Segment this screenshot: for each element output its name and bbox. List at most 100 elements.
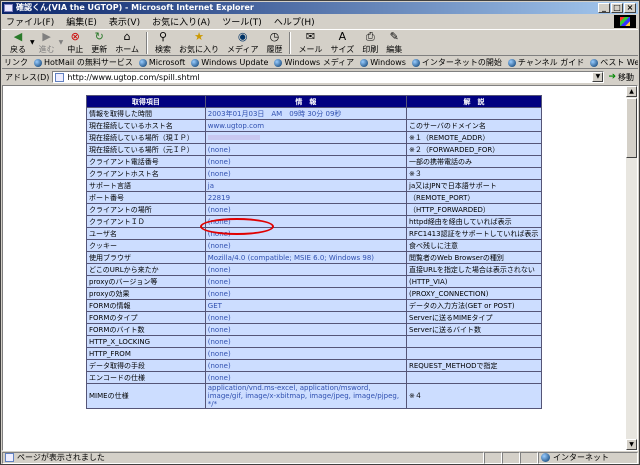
table-row: 情報を取得した時間 2003年01月03日 AM 09時 30分 09秒 xyxy=(87,108,541,119)
title-bar: 確認くん(VIA the UGTOP) - Microsoft Internet… xyxy=(2,2,638,14)
refresh-button[interactable]: ↻ 更新 xyxy=(87,30,111,55)
table-header-row: 取得項目 情 報 解 説 xyxy=(87,96,541,107)
scroll-up-icon[interactable]: ▲ xyxy=(626,86,637,97)
address-label: アドレス(D) xyxy=(5,72,50,82)
address-dropdown-icon[interactable]: ▼ xyxy=(592,72,604,82)
note-cell: 一部の携帯電話のみ xyxy=(407,156,541,167)
value-cell: 22819 xyxy=(205,192,406,203)
note-cell: 閲覧者のWeb Browserの種別 xyxy=(407,252,541,263)
link-best-web[interactable]: ベスト Web xyxy=(588,57,638,68)
media-button[interactable]: ◉ メディア xyxy=(223,30,262,55)
item-cell: FORMのタイプ xyxy=(87,312,205,323)
note-cell: (HTTP_VIA) xyxy=(407,276,541,287)
value-cell: Mozilla/4.0 (compatible; MSIE 6.0; Windo… xyxy=(205,252,406,263)
print-button[interactable]: ⎙ 印刷 xyxy=(358,30,382,55)
value-cell: (none) xyxy=(205,276,406,287)
back-arrow-icon: ◀ xyxy=(13,29,23,43)
note-cell: データの入力方法(GET or POST) xyxy=(407,300,541,311)
value-cell: (none) xyxy=(205,216,406,227)
history-button[interactable]: ◷ 履歴 xyxy=(262,30,286,55)
item-cell: どこのURLから来たか xyxy=(87,264,205,275)
menu-help[interactable]: ヘルプ(H) xyxy=(274,15,315,28)
link-channel-guide[interactable]: チャンネル ガイド xyxy=(506,57,586,68)
maximize-button[interactable]: □ xyxy=(611,3,623,13)
item-cell: クッキー xyxy=(87,240,205,251)
link-windows[interactable]: Windows xyxy=(358,58,408,67)
ie-link-icon xyxy=(411,58,420,67)
close-button[interactable]: × xyxy=(624,3,636,13)
table-body: 情報を取得した時間 2003年01月03日 AM 09時 30分 09秒 現在接続し… xyxy=(87,108,541,408)
table-row: FORMのタイプ (none) Serverに送るMIMEタイプ xyxy=(87,312,541,323)
menu-edit[interactable]: 編集(E) xyxy=(66,15,97,28)
table-row: クライアントＩＤ (none) httpd経由を経由していれば表示 xyxy=(87,216,541,227)
note-cell: (PROXY_CONNECTION) xyxy=(407,288,541,299)
link-hotmail[interactable]: HotMail の無料サービス xyxy=(32,57,135,68)
item-cell: proxyの効果 xyxy=(87,288,205,299)
note-cell: httpd経由を経由していれば表示 xyxy=(407,216,541,227)
table-row: エンコードの仕様 (none) xyxy=(87,372,541,383)
item-cell: FORMのバイト数 xyxy=(87,324,205,335)
scroll-thumb[interactable] xyxy=(626,98,637,158)
toolbar-separator xyxy=(146,31,149,54)
value-cell: (none) xyxy=(205,240,406,251)
ie-link-icon xyxy=(138,58,147,67)
value-cell: (none) xyxy=(205,324,406,335)
item-cell: proxyのバージョン等 xyxy=(87,276,205,287)
back-button[interactable]: ◀ 戻る xyxy=(6,30,30,55)
table-row: 使用ブラウザ Mozilla/4.0 (compatible; MSIE 6.0;… xyxy=(87,252,541,263)
item-cell: 使用ブラウザ xyxy=(87,252,205,263)
table-row: クライアント電話番号 (none) 一部の携帯電話のみ xyxy=(87,156,541,167)
table-row: サポート言語 ja ja又はJPNで日本語サポート xyxy=(87,180,541,191)
menu-file[interactable]: ファイル(F) xyxy=(6,15,54,28)
item-cell: サポート言語 xyxy=(87,180,205,191)
value-cell: (none) xyxy=(205,168,406,179)
table-row: 現在接続しているホスト名 www.ugtop.com このサーバのドメイン名 xyxy=(87,120,541,131)
size-button[interactable]: A サイズ xyxy=(326,30,358,55)
minimize-button[interactable]: _ xyxy=(598,3,610,13)
item-cell: HTTP_FROM xyxy=(87,348,205,359)
link-windows-media[interactable]: Windows メディア xyxy=(272,57,356,68)
vertical-scrollbar[interactable]: ▲ ▼ xyxy=(626,86,637,450)
stop-button[interactable]: ⊗ 中止 xyxy=(63,30,87,55)
mail-button[interactable]: ✉ メール xyxy=(294,30,326,55)
item-cell: 現在接続している場所（現ＩＰ） xyxy=(87,132,205,143)
favorites-star-icon: ★ xyxy=(194,29,204,43)
note-cell: ※２（FORWARDED_FOR） xyxy=(407,144,541,155)
page-icon xyxy=(55,72,65,82)
link-windows-update[interactable]: Windows Update xyxy=(189,58,270,67)
column-header: 取得項目 xyxy=(87,96,205,107)
toolbar-separator xyxy=(289,31,292,54)
status-cell xyxy=(520,451,538,464)
scroll-down-icon[interactable]: ▼ xyxy=(626,439,637,450)
edit-button[interactable]: ✎ 編集 xyxy=(382,30,406,55)
address-input[interactable]: http://www.ugtop.com/spill.shtml ▼ xyxy=(52,71,605,83)
table-row: クッキー (none) 食べ残しに注意 xyxy=(87,240,541,251)
value-cell: (none) xyxy=(205,156,406,167)
table-row: proxyの効果 (none) (PROXY_CONNECTION) xyxy=(87,288,541,299)
search-button[interactable]: ⚲ 検索 xyxy=(151,30,175,55)
ie-link-icon xyxy=(34,58,42,67)
info-table: 取得項目 情 報 解 説 情報を取得した時間 2003年01月03日 AM 09時… xyxy=(86,95,542,409)
note-cell: Serverに送るMIMEタイプ xyxy=(407,312,541,323)
menu-favorites[interactable]: お気に入り(A) xyxy=(152,15,210,28)
menu-tools[interactable]: ツール(T) xyxy=(222,15,262,28)
table-row: HTTP_FROM (none) xyxy=(87,348,541,359)
item-cell: FORMの情報 xyxy=(87,300,205,311)
link-internet-start[interactable]: インターネットの開始 xyxy=(410,57,504,68)
note-cell: （REMOTE_PORT） xyxy=(407,192,541,203)
page-content: 取得項目 情 報 解 説 情報を取得した時間 2003年01月03日 AM 09時… xyxy=(2,85,638,451)
item-cell: クライアント電話番号 xyxy=(87,156,205,167)
go-button[interactable]: ➔ 移動 xyxy=(604,72,638,83)
table-row: MIMEの仕様 application/vnd.ms-excel, applica… xyxy=(87,384,541,408)
menu-view[interactable]: 表示(V) xyxy=(109,15,140,28)
ie-link-icon xyxy=(274,58,283,67)
browser-window: 確認くん(VIA the UGTOP) - Microsoft Internet… xyxy=(0,0,640,465)
history-icon: ◷ xyxy=(269,29,280,43)
standard-toolbar: ◀ 戻る ▼ ▶ 進む ▼ ⊗ 中止 ↻ 更新 ⌂ ホーム ⚲ 検索 ★ お気に… xyxy=(2,29,638,56)
favorites-button[interactable]: ★ お気に入り xyxy=(175,30,223,55)
home-button[interactable]: ⌂ ホーム xyxy=(111,30,143,55)
menu-bar: ファイル(F) 編集(E) 表示(V) お気に入り(A) ツール(T) ヘルプ(… xyxy=(2,15,638,28)
value-cell xyxy=(205,132,406,143)
forward-button[interactable]: ▶ 進む xyxy=(35,30,59,55)
link-microsoft[interactable]: Microsoft xyxy=(137,58,187,67)
